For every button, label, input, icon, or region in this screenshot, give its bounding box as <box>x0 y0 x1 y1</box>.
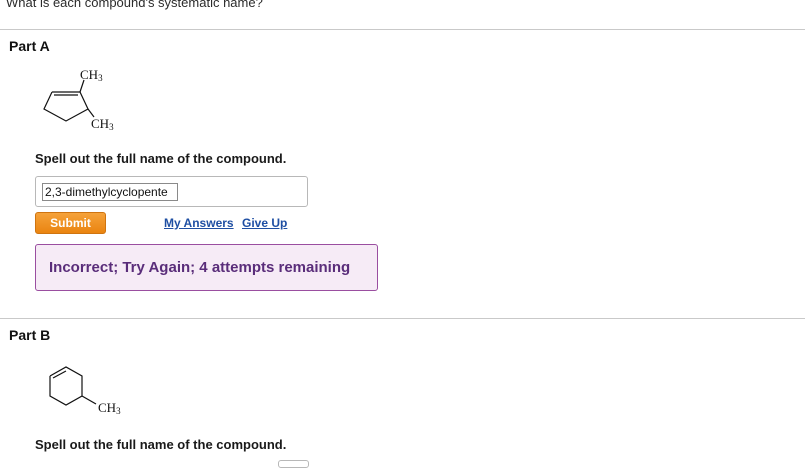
part-a-title: Part A <box>9 38 50 54</box>
part-a-answer-box <box>35 176 308 207</box>
feedback-message: Incorrect; Try Again; 4 attempts remaini… <box>49 259 351 276</box>
part-a-top-ch3-label: CH3 <box>80 67 103 83</box>
divider <box>0 318 805 319</box>
part-a-prompt: Spell out the full name of the compound. <box>35 151 287 166</box>
divider <box>0 29 805 30</box>
part-a-answer-input[interactable] <box>42 183 178 201</box>
give-up-link[interactable]: Give Up <box>242 216 287 230</box>
part-b-structure: CH3 <box>49 366 121 416</box>
part-b-ch3-label: CH3 <box>98 400 121 416</box>
feedback-box: Incorrect; Try Again; 4 attempts remaini… <box>35 244 378 291</box>
part-b-answer-box[interactable] <box>278 460 309 468</box>
my-answers-link[interactable]: My Answers <box>164 216 234 230</box>
question-text: What is each compound's systematic name? <box>6 0 263 10</box>
part-a-structure: CH3 CH3 <box>43 67 114 132</box>
submit-button[interactable]: Submit <box>35 212 106 234</box>
part-b-title: Part B <box>9 327 51 343</box>
part-b-prompt: Spell out the full name of the compound. <box>35 437 287 452</box>
part-a-bottom-ch3-label: CH3 <box>91 116 114 132</box>
